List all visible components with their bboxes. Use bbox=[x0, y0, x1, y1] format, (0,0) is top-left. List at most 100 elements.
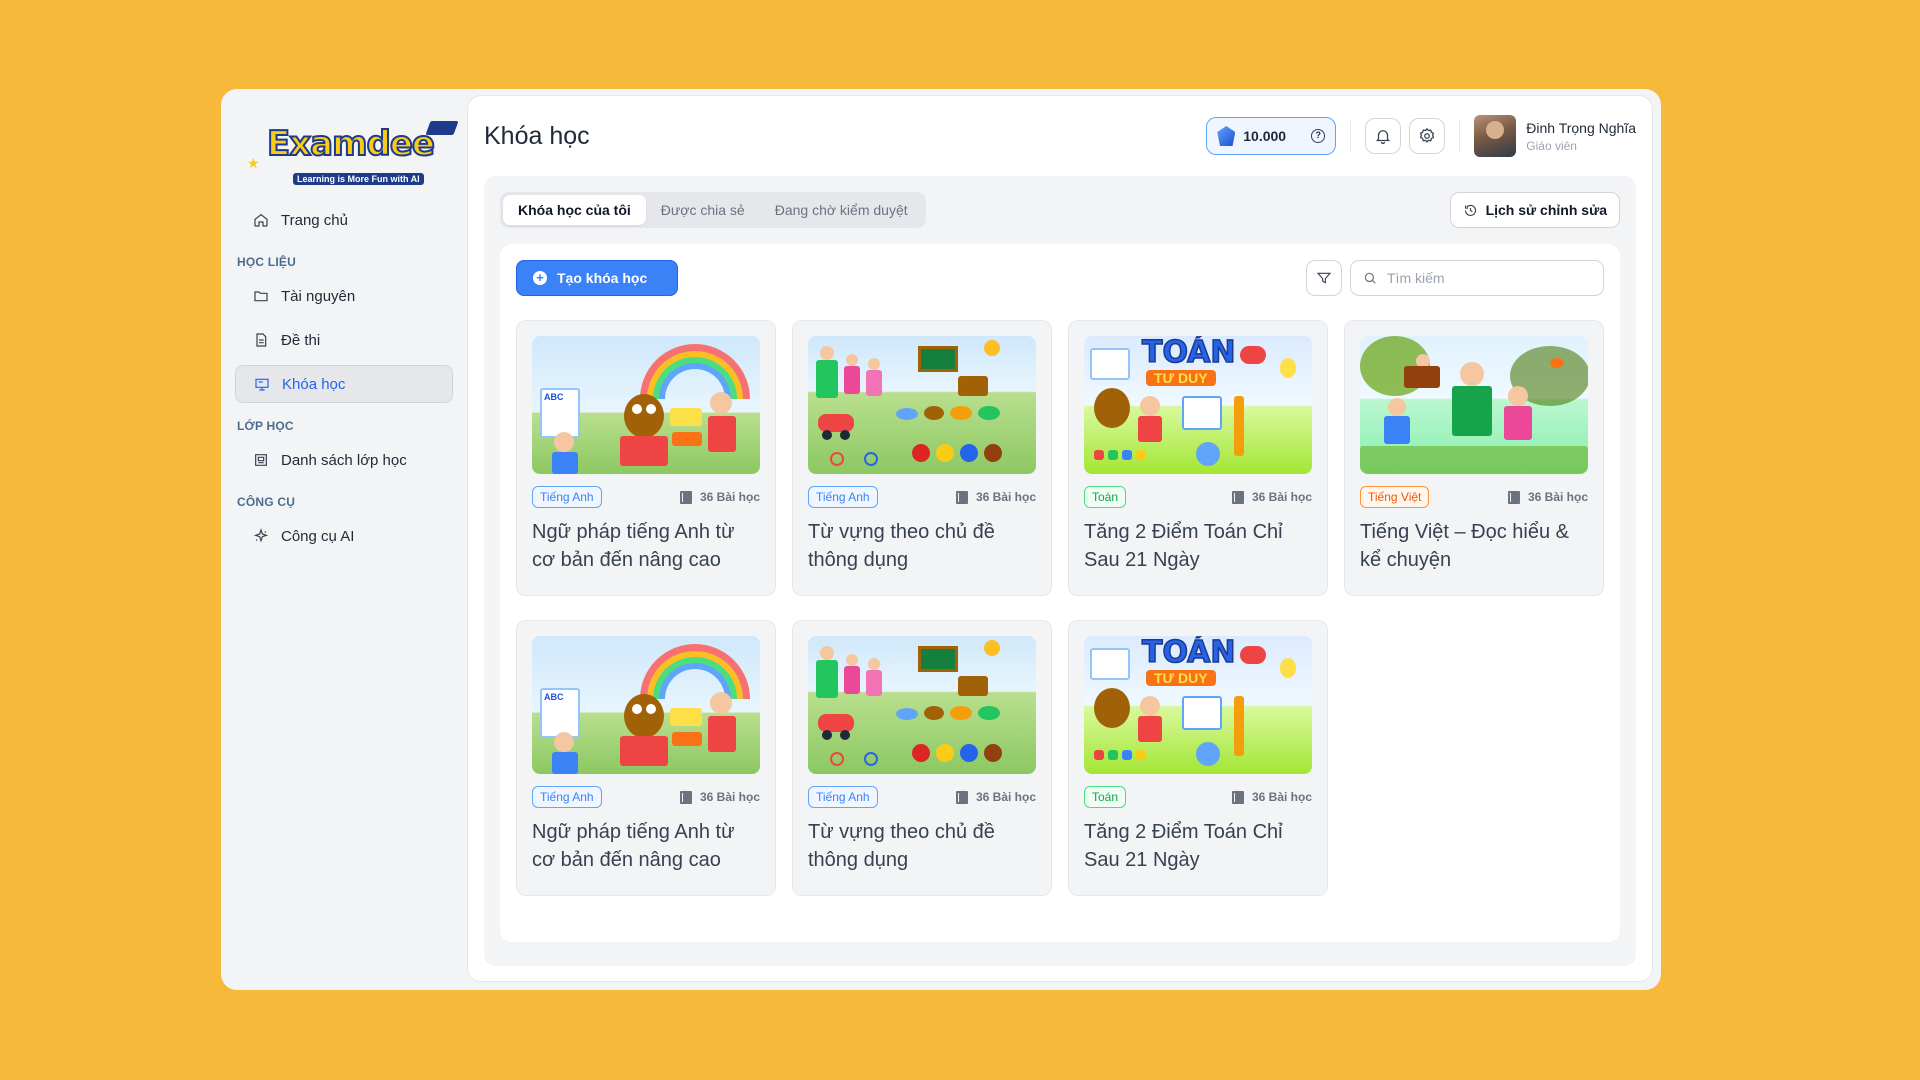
edit-history-label: Lịch sử chỉnh sửa bbox=[1485, 202, 1607, 218]
tab-pending-review[interactable]: Đang chờ kiểm duyệt bbox=[760, 195, 923, 225]
edit-history-button[interactable]: Lịch sử chỉnh sửa bbox=[1449, 192, 1620, 228]
lesson-count-text: 36 Bài học bbox=[699, 490, 760, 505]
thumb-text: ABC bbox=[544, 392, 564, 402]
course-title: Ngữ pháp tiếng Anh từ cơ bản đến nâng ca… bbox=[532, 521, 735, 572]
gem-icon bbox=[1217, 126, 1236, 146]
search-icon bbox=[1364, 272, 1376, 284]
subject-badge: Tiếng Anh bbox=[532, 486, 602, 509]
course-card[interactable]: ABC Tiếng Anh 36 Bài học Ngữ pháp tiếng … bbox=[516, 620, 776, 896]
thumb-banner: TOÁN bbox=[1141, 336, 1236, 370]
logo-tagline: Learning is More Fun with AI bbox=[293, 173, 424, 185]
lesson-count-text: 36 Bài học bbox=[975, 790, 1036, 805]
thumb-banner-sub: TƯ DUY bbox=[1146, 670, 1216, 686]
search-box bbox=[1350, 260, 1604, 296]
course-card[interactable]: TOÁN TƯ DUY Toán 36 Bài học Tăng 2 Điểm … bbox=[1068, 320, 1328, 596]
subject-badge: Tiếng Việt bbox=[1360, 486, 1430, 509]
sidebar-item-label: Tài nguyên bbox=[281, 287, 356, 305]
course-grid: ABC Tiếng Anh 36 Bài học Ngữ pháp tiếng … bbox=[516, 320, 1604, 896]
lesson-count: 36 Bài học bbox=[1231, 790, 1312, 805]
course-card[interactable]: Tiếng Anh 36 Bài học Từ vựng theo chủ đề… bbox=[792, 620, 1052, 896]
sparkle-icon bbox=[253, 528, 269, 543]
avatar bbox=[1474, 115, 1517, 157]
user-profile[interactable]: Đinh Trọng Nghĩa Giáo viên bbox=[1474, 115, 1636, 157]
nav-group-title: LỚP HỌC bbox=[237, 419, 294, 433]
notifications-button[interactable] bbox=[1365, 118, 1402, 154]
sidebar-item-ai-tools[interactable]: Công cụ AI bbox=[235, 517, 453, 555]
course-thumbnail bbox=[808, 336, 1036, 474]
lesson-count: 36 Bài học bbox=[679, 490, 760, 505]
nav-group-title: CÔNG CỤ bbox=[237, 495, 296, 509]
book-icon bbox=[679, 490, 692, 504]
folder-icon bbox=[254, 291, 268, 302]
lesson-count-text: 36 Bài học bbox=[1251, 790, 1312, 805]
subject-badge: Tiếng Anh bbox=[808, 786, 878, 809]
sidebar-item-courses[interactable]: Khóa học bbox=[235, 365, 453, 403]
course-thumbnail: ABC bbox=[532, 336, 760, 474]
tab-my-courses[interactable]: Khóa học của tôi bbox=[503, 195, 646, 225]
gear-icon bbox=[1420, 127, 1435, 143]
course-thumbnail: ABC bbox=[532, 636, 760, 774]
lesson-count: 36 Bài học bbox=[955, 790, 1036, 805]
filter-icon bbox=[1316, 272, 1332, 284]
courses-panel: Khóa học của tôi Được chia sẻ Đang chờ k… bbox=[484, 176, 1636, 966]
search-input[interactable] bbox=[1387, 270, 1587, 286]
star-icon: ★ bbox=[247, 155, 260, 171]
top-header: Khóa học 10.000 ? Đinh Trọng Nghĩa Giáo … bbox=[484, 96, 1636, 176]
course-title: Từ vựng theo chủ đề thông dụng bbox=[808, 821, 995, 872]
help-icon[interactable]: ? bbox=[1311, 129, 1326, 143]
main-content: Khóa học 10.000 ? Đinh Trọng Nghĩa Giáo … bbox=[467, 95, 1653, 982]
subject-badge: Toán bbox=[1084, 486, 1127, 509]
lesson-count-text: 36 Bài học bbox=[975, 490, 1036, 505]
history-icon bbox=[1464, 204, 1476, 216]
book-icon bbox=[1231, 790, 1244, 804]
subject-badge: Tiếng Anh bbox=[808, 486, 878, 509]
course-title: Tăng 2 Điểm Toán Chỉ Sau 21 Ngày bbox=[1084, 521, 1283, 572]
book-icon bbox=[1507, 490, 1520, 504]
subject-badge: Toán bbox=[1084, 786, 1127, 809]
book-icon bbox=[679, 790, 692, 804]
sidebar-item-label: Công cụ AI bbox=[281, 527, 355, 545]
thumb-banner-sub: TƯ DUY bbox=[1146, 370, 1216, 386]
lesson-count-text: 36 Bài học bbox=[1527, 490, 1588, 505]
create-course-button[interactable]: + Tạo khóa học bbox=[516, 260, 678, 296]
lesson-count-text: 36 Bài học bbox=[699, 790, 760, 805]
sidebar-item-exams[interactable]: Đề thi bbox=[235, 321, 453, 359]
course-title: Từ vựng theo chủ đề thông dụng bbox=[808, 521, 995, 572]
nav-group-title: HỌC LIỆU bbox=[237, 255, 296, 269]
course-list-area: + Tạo khóa học Tìm kiếm ABC Tiếng Anh 36… bbox=[500, 244, 1620, 942]
lesson-count: 36 Bài học bbox=[1231, 490, 1312, 504]
sidebar-item-label: Khóa học bbox=[282, 375, 346, 393]
course-card[interactable]: ABC Tiếng Anh 36 Bài học Ngữ pháp tiếng … bbox=[516, 320, 776, 596]
thumb-text: ABC bbox=[544, 692, 564, 702]
course-card[interactable]: Tiếng Việt 36 Bài học Tiếng Việt – Đọc h… bbox=[1344, 320, 1604, 596]
lesson-count: 36 Bài học bbox=[955, 490, 1036, 505]
course-title: Tăng 2 Điểm Toán Chỉ Sau 21 Ngày bbox=[1084, 821, 1283, 872]
sidebar-item-label: Danh sách lớp học bbox=[281, 451, 407, 469]
course-thumbnail bbox=[808, 636, 1036, 774]
tab-bar: Khóa học của tôi Được chia sẻ Đang chờ k… bbox=[500, 192, 926, 228]
course-thumbnail bbox=[1360, 336, 1588, 474]
subject-badge: Tiếng Anh bbox=[532, 786, 602, 809]
sidebar-item-home[interactable]: Trang chủ bbox=[235, 201, 453, 239]
book-icon bbox=[955, 790, 968, 804]
app-window: ★ Examdee Learning is More Fun with AI T… bbox=[221, 89, 1661, 990]
bell-icon bbox=[1376, 130, 1391, 145]
logo[interactable]: ★ Examdee Learning is More Fun with AI bbox=[247, 113, 459, 185]
book-icon bbox=[955, 490, 968, 504]
settings-button[interactable] bbox=[1409, 118, 1446, 154]
divider bbox=[1459, 121, 1461, 151]
credits-value: 10.000 bbox=[1243, 128, 1287, 144]
credits-balance[interactable]: 10.000 ? bbox=[1206, 117, 1337, 155]
sidebar: ★ Examdee Learning is More Fun with AI T… bbox=[221, 95, 467, 982]
sidebar-item-resources[interactable]: Tài nguyên bbox=[235, 277, 453, 315]
logo-wordmark: Examdee bbox=[266, 124, 436, 164]
filter-button[interactable] bbox=[1306, 260, 1342, 296]
course-card[interactable]: Tiếng Anh 36 Bài học Từ vựng theo chủ đề… bbox=[792, 320, 1052, 596]
create-course-label: Tạo khóa học bbox=[557, 270, 648, 286]
lesson-count: 36 Bài học bbox=[1507, 490, 1588, 505]
course-card[interactable]: TOÁN TƯ DUY Toán 36 Bài học Tăng 2 Điểm … bbox=[1068, 620, 1328, 896]
sidebar-item-label: Đề thi bbox=[281, 331, 321, 349]
tab-shared[interactable]: Được chia sẻ bbox=[646, 195, 760, 225]
sidebar-item-classes[interactable]: Danh sách lớp học bbox=[235, 441, 453, 479]
lesson-count: 36 Bài học bbox=[679, 790, 760, 805]
